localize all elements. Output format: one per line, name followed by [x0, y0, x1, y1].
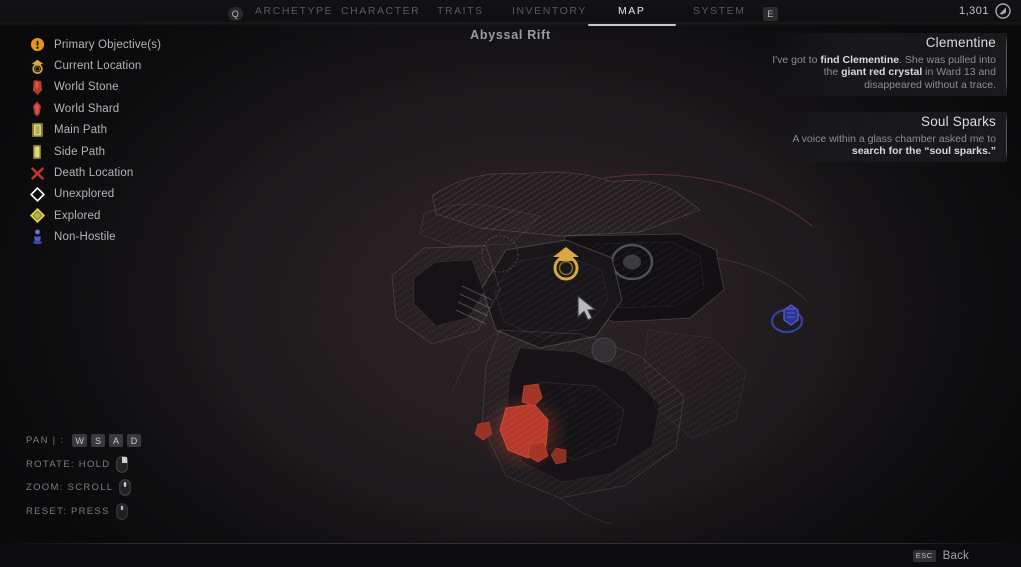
tab-inventory[interactable]: INVENTORY — [512, 0, 587, 22]
map-control-hints: PAN | : W S A D ROTATE: HOLD ZOOM: SCROL… — [26, 429, 142, 524]
objective-exclamation-icon — [24, 34, 50, 55]
currency-value: 1,301 — [958, 5, 989, 17]
back-button-label[interactable]: Back — [943, 550, 969, 562]
topbar-strip — [0, 22, 1021, 26]
tab-character-label: CHARACTER — [341, 5, 421, 17]
legend-item-primary-objective: Primary Objective(s) — [24, 34, 161, 55]
explored-diamond-icon — [24, 205, 50, 226]
hint-reset: RESET: PRESS — [26, 500, 141, 524]
tab-system-label: SYSTEM — [693, 5, 746, 17]
menu-prev-key-label: Q — [228, 7, 243, 21]
wasd-keys: W S A D — [72, 434, 142, 448]
non-hostile-npc-icon — [24, 227, 50, 248]
currency-display: 1,301 — [959, 0, 1011, 22]
legend-label: Primary Objective(s) — [54, 38, 162, 51]
key-a: A — [109, 434, 124, 448]
map-legend: Primary Objective(s) Current Location Wo… — [24, 34, 161, 248]
unexplored-diamond-icon — [24, 184, 50, 205]
hint-pan: PAN | : W S A D — [26, 429, 142, 453]
legend-label: World Stone — [54, 81, 119, 94]
legend-label: Non-Hostile — [54, 231, 116, 244]
legend-item-side-path: Side Path — [24, 141, 161, 162]
mouse-scroll-wheel-icon — [119, 479, 132, 497]
map-screen: Q ARCHETYPE CHARACTER TRAITS INVENTORY M… — [0, 0, 1021, 567]
esc-key-chip: ESC — [912, 549, 936, 562]
tab-traits[interactable]: TRAITS — [437, 0, 484, 22]
menu-prev-key[interactable]: Q — [228, 4, 243, 22]
objectives-panel: Clementine I've got to find Clementine. … — [771, 33, 1007, 178]
hint-label: RESET: PRESS — [26, 505, 110, 517]
hint-label: ZOOM: SCROLL — [26, 482, 114, 494]
pointer-cursor — [577, 295, 597, 321]
tab-system[interactable]: SYSTEM — [693, 0, 745, 22]
legend-label: Current Location — [54, 60, 142, 73]
legend-label: Unexplored — [54, 188, 115, 201]
world-shard-icon — [24, 98, 50, 119]
quest-title: Clementine — [925, 35, 996, 50]
current-location-icon — [24, 56, 50, 77]
death-cross-icon — [24, 163, 50, 184]
tab-inventory-label: INVENTORY — [512, 5, 587, 17]
scrap-icon — [995, 3, 1011, 19]
tab-map-active-underline — [587, 24, 676, 26]
legend-item-current-location: Current Location — [24, 55, 161, 76]
tab-traits-label: TRAITS — [437, 5, 484, 17]
legend-label: Explored — [54, 209, 101, 222]
main-path-door-icon — [24, 120, 50, 141]
top-navigation-bar: Q ARCHETYPE CHARACTER TRAITS INVENTORY M… — [0, 0, 1021, 26]
hint-label: ROTATE: HOLD — [26, 458, 111, 470]
legend-item-main-path: Main Path — [24, 120, 161, 141]
world-stone-icon — [24, 77, 50, 98]
quest-description: I've got to find Clementine. She was pul… — [772, 54, 996, 91]
quest-card-soul-sparks: Soul Sparks A voice within a glass chamb… — [771, 111, 1007, 163]
legend-label: Main Path — [54, 124, 108, 137]
legend-item-world-stone: World Stone — [24, 77, 161, 98]
quest-description: A voice within a glass chamber asked me … — [792, 132, 996, 158]
legend-item-world-shard: World Shard — [24, 98, 161, 119]
map-marker-non-hostile — [770, 304, 804, 334]
hint-label: PAN | : — [26, 435, 65, 447]
hint-zoom: ZOOM: SCROLL — [26, 476, 141, 500]
legend-item-non-hostile: Non-Hostile — [24, 227, 161, 248]
quest-title: Soul Sparks — [921, 113, 996, 129]
key-s: S — [91, 434, 106, 448]
legend-item-explored: Explored — [24, 205, 161, 226]
mouse-middle-click-icon — [115, 502, 128, 520]
tab-character[interactable]: CHARACTER — [341, 0, 420, 22]
side-path-door-icon — [24, 141, 50, 162]
legend-label: Death Location — [54, 167, 134, 180]
tab-archetype[interactable]: ARCHETYPE — [255, 0, 333, 22]
mouse-right-click-icon — [116, 455, 129, 473]
key-d: D — [127, 434, 142, 448]
legend-item-unexplored: Unexplored — [24, 184, 161, 205]
key-w: W — [72, 434, 88, 448]
tab-map-label: MAP — [618, 5, 646, 17]
quest-card-clementine: Clementine I've got to find Clementine. … — [771, 33, 1007, 96]
legend-item-death-location: Death Location — [24, 162, 161, 183]
tab-map[interactable]: MAP — [587, 0, 676, 26]
menu-next-key[interactable]: E — [763, 4, 778, 22]
hint-rotate: ROTATE: HOLD — [26, 453, 141, 477]
legend-label: Side Path — [54, 145, 106, 158]
bottom-bar: ESC Back — [0, 544, 1021, 567]
menu-next-key-label: E — [763, 7, 778, 21]
tab-archetype-label: ARCHETYPE — [255, 5, 334, 17]
legend-label: World Shard — [54, 102, 120, 115]
